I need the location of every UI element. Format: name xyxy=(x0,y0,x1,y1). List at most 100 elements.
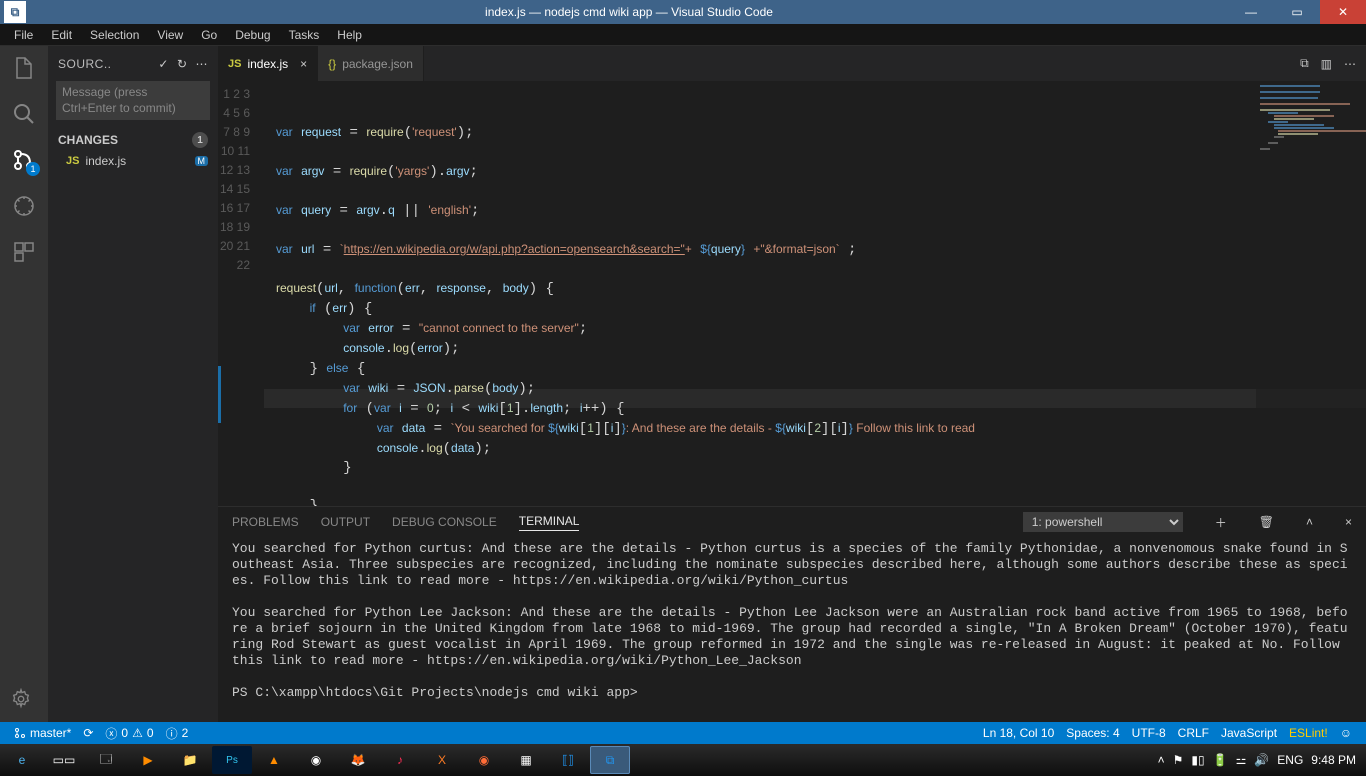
menu-go[interactable]: Go xyxy=(193,26,225,44)
changed-file-item[interactable]: JS index.js M xyxy=(48,152,218,170)
sync-status[interactable]: ⟳ xyxy=(77,726,99,740)
vlc-icon[interactable]: ▲ xyxy=(254,746,294,774)
panel-tabs: PROBLEMS OUTPUT DEBUG CONSOLE TERMINAL 1… xyxy=(218,507,1366,537)
chrome-icon[interactable]: ◉ xyxy=(296,746,336,774)
itunes-icon[interactable]: ♪ xyxy=(380,746,420,774)
tray-network-icon[interactable]: ▮▯ xyxy=(1191,753,1204,767)
modified-badge: M xyxy=(195,156,209,166)
terminal-output[interactable]: You searched for Python curtus: And thes… xyxy=(218,537,1366,722)
line-number-gutter: 1 2 3 4 5 6 7 8 9 10 11 12 13 14 15 16 1… xyxy=(218,81,264,506)
tab-label: index.js xyxy=(247,57,288,71)
indentation-status[interactable]: Spaces: 4 xyxy=(1060,726,1125,740)
git-branch-status[interactable]: master* xyxy=(8,726,77,740)
tray-language[interactable]: ENG xyxy=(1277,753,1303,767)
kill-terminal-icon[interactable]: 🗑 xyxy=(1259,515,1274,529)
eslint-status[interactable]: ESLint! xyxy=(1283,726,1334,740)
eol-status[interactable]: CRLF xyxy=(1172,726,1215,740)
cursor-position[interactable]: Ln 18, Col 10 xyxy=(977,726,1060,740)
explorer-icon[interactable] xyxy=(10,54,38,82)
language-mode[interactable]: JavaScript xyxy=(1215,726,1283,740)
problems-status[interactable]: ⓧ 0 ⚠ 0 xyxy=(99,725,159,742)
search-icon[interactable] xyxy=(10,100,38,128)
info-status[interactable]: ⓘ 2 xyxy=(160,725,195,742)
brackets-icon[interactable]: ⟦⟧ xyxy=(548,746,588,774)
commit-check-icon[interactable]: ✓ xyxy=(158,57,169,71)
encoding-status[interactable]: UTF-8 xyxy=(1126,726,1172,740)
tray-volume-icon[interactable]: 🔊 xyxy=(1254,753,1269,767)
tray-wifi-icon[interactable]: ⚍ xyxy=(1236,753,1247,767)
tab-label: package.json xyxy=(342,57,413,71)
js-file-icon: JS xyxy=(228,58,241,70)
debug-icon[interactable] xyxy=(10,192,38,220)
window-title: index.js — nodejs cmd wiki app — Visual … xyxy=(30,5,1228,19)
sidebar-header: SOURC.. ✓ ↻ ⋯ xyxy=(48,46,218,81)
menu-edit[interactable]: Edit xyxy=(43,26,80,44)
firefox-icon[interactable]: 🦊 xyxy=(338,746,378,774)
panel-tab-output[interactable]: OUTPUT xyxy=(321,515,370,529)
code-editor[interactable]: 1 2 3 4 5 6 7 8 9 10 11 12 13 14 15 16 1… xyxy=(218,81,1366,506)
tab-package-json[interactable]: {} package.json xyxy=(318,46,424,81)
commit-message-input[interactable]: Message (press Ctrl+Enter to commit) xyxy=(56,81,210,120)
panel-tab-problems[interactable]: PROBLEMS xyxy=(232,515,299,529)
tab-index-js[interactable]: JS index.js × xyxy=(218,46,318,81)
xampp-icon[interactable]: X xyxy=(422,746,462,774)
changes-section-header[interactable]: CHANGES 1 xyxy=(48,128,218,152)
maximize-panel-icon[interactable]: ˄ xyxy=(1306,515,1313,529)
sidebar-title: SOURC.. xyxy=(58,57,112,71)
menu-help[interactable]: Help xyxy=(329,26,370,44)
branch-name: master* xyxy=(30,726,71,740)
menu-tasks[interactable]: Tasks xyxy=(281,26,328,44)
extensions-icon[interactable] xyxy=(10,238,38,266)
changes-count-badge: 1 xyxy=(192,132,208,148)
close-button[interactable]: ✕ xyxy=(1320,0,1366,24)
tray-chevron-icon[interactable]: ˄ xyxy=(1158,753,1165,767)
terminal-select[interactable]: 1: powershell xyxy=(1023,512,1183,532)
more-icon[interactable]: ⋯ xyxy=(196,57,209,71)
vscode-taskbar-icon[interactable]: ⧉ xyxy=(590,746,630,774)
menu-view[interactable]: View xyxy=(149,26,191,44)
tray-battery-icon[interactable]: 🔋 xyxy=(1213,753,1228,767)
vs-logo-icon: ⧉ xyxy=(4,1,26,23)
json-file-icon: {} xyxy=(328,57,336,71)
new-terminal-icon[interactable]: ＋ xyxy=(1215,514,1227,531)
panel-tab-debug-console[interactable]: DEBUG CONSOLE xyxy=(392,515,497,529)
editor-actions: ⧉ ▥ ⋯ xyxy=(1290,46,1366,81)
tray-flag-icon[interactable]: ⚑ xyxy=(1173,753,1184,767)
menu-file[interactable]: File xyxy=(6,26,41,44)
photoshop-icon[interactable]: Ps xyxy=(212,746,252,774)
close-panel-icon[interactable]: × xyxy=(1345,515,1352,529)
taskview-icon[interactable]: ▭▭ xyxy=(44,746,84,774)
close-tab-icon[interactable]: × xyxy=(300,57,307,71)
ie-icon[interactable]: e xyxy=(2,746,42,774)
source-control-icon[interactable]: 1 xyxy=(10,146,38,174)
compare-icon[interactable]: ⧉ xyxy=(1300,56,1309,71)
file-explorer-icon[interactable]: 📁 xyxy=(170,746,210,774)
tray-clock[interactable]: 9:48 PM xyxy=(1311,753,1356,767)
split-editor-icon[interactable]: ▥ xyxy=(1321,57,1332,71)
maximize-button[interactable]: ▭ xyxy=(1274,0,1320,24)
activity-bar: 1 xyxy=(0,46,48,722)
editor-tabs: JS index.js × {} package.json ⧉ ▥ ⋯ xyxy=(218,46,1366,81)
feedback-icon[interactable]: ☺ xyxy=(1334,726,1358,740)
menu-bar: File Edit Selection View Go Debug Tasks … xyxy=(0,24,1366,46)
sidebar: SOURC.. ✓ ↻ ⋯ Message (press Ctrl+Enter … xyxy=(48,46,218,722)
bottom-panel: PROBLEMS OUTPUT DEBUG CONSOLE TERMINAL 1… xyxy=(218,506,1366,722)
minimap[interactable] xyxy=(1256,81,1366,506)
menu-debug[interactable]: Debug xyxy=(227,26,278,44)
minimize-button[interactable]: — xyxy=(1228,0,1274,24)
app-icon[interactable]: 🗔 xyxy=(86,746,126,774)
settings-gear-icon[interactable] xyxy=(10,688,32,710)
js-file-icon: JS xyxy=(66,155,79,167)
modified-indicator xyxy=(218,366,221,423)
menu-selection[interactable]: Selection xyxy=(82,26,147,44)
status-bar: master* ⟳ ⓧ 0 ⚠ 0 ⓘ 2 Ln 18, Col 10 Spac… xyxy=(0,722,1366,744)
code-content[interactable]: var request = require('request'); var ar… xyxy=(264,81,1366,506)
refresh-icon[interactable]: ↻ xyxy=(177,57,188,71)
panel-tab-terminal[interactable]: TERMINAL xyxy=(519,514,580,531)
media-player-icon[interactable]: ▶ xyxy=(128,746,168,774)
postman-icon[interactable]: ◉ xyxy=(464,746,504,774)
system-tray[interactable]: ˄ ⚑ ▮▯ 🔋 ⚍ 🔊 ENG 9:48 PM xyxy=(1158,753,1364,767)
more-actions-icon[interactable]: ⋯ xyxy=(1344,57,1356,71)
app-icon-2[interactable]: ▦ xyxy=(506,746,546,774)
changes-label: CHANGES xyxy=(58,133,118,147)
